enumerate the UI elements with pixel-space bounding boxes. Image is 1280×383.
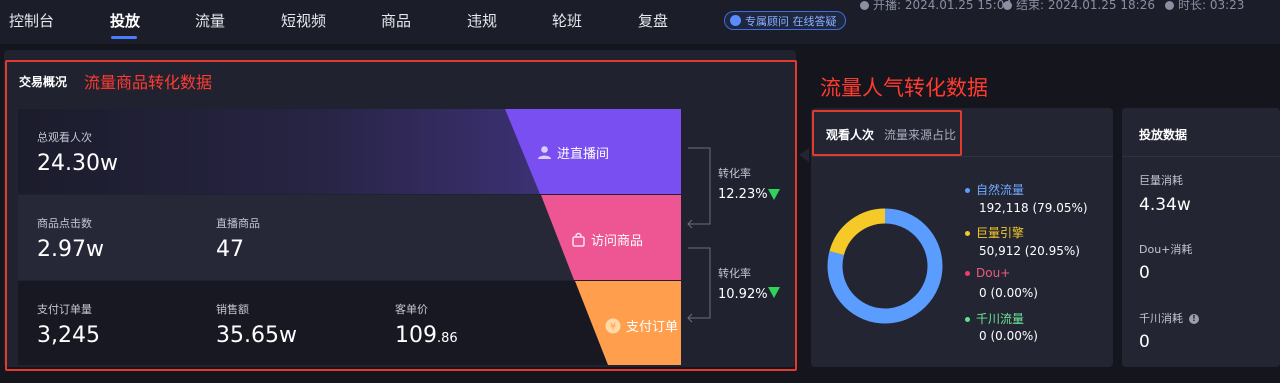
metric-value: 3,245 bbox=[37, 323, 100, 348]
legend-value: 0 (0.00%) bbox=[979, 329, 1038, 343]
legend-dot bbox=[965, 188, 970, 193]
live-duration: 时长: 03:23 bbox=[1165, 0, 1244, 13]
info-icon[interactable]: ! bbox=[1189, 314, 1199, 324]
nav-item-traffic[interactable]: 流量 bbox=[195, 10, 225, 31]
advisor-label: 专属顾问 在线答疑 bbox=[745, 14, 837, 28]
nav-active-indicator bbox=[111, 36, 137, 39]
nav-item-review[interactable]: 复盘 bbox=[638, 10, 668, 31]
play-icon bbox=[860, 1, 869, 10]
down-arrow-icon bbox=[768, 189, 780, 200]
nav-item-console[interactable]: 控制台 bbox=[9, 10, 54, 31]
down-arrow-icon bbox=[768, 287, 780, 298]
conversion-rate-value: 12.23% bbox=[718, 187, 768, 202]
live-end-time: 结束: 2024.01.25 18:26 bbox=[1003, 0, 1155, 13]
nav-item-ads[interactable]: 投放 bbox=[110, 10, 140, 31]
funnel-label-enter-room: 进直播间 bbox=[537, 143, 609, 162]
metric-label: 支付订单量 bbox=[37, 303, 92, 316]
main-area: 交易概况 流量商品转化数据 总观看人次 24.30w 商品点击数 2.97w 直… bbox=[0, 44, 1280, 383]
ads-metric-value: 4.34w bbox=[1139, 195, 1191, 215]
funnel-label-visit-product: 访问商品 bbox=[571, 230, 643, 249]
legend-value: 50,912 (20.95%) bbox=[979, 244, 1080, 258]
legend-value: 0 (0.00%) bbox=[979, 286, 1038, 300]
ads-data-card bbox=[1122, 108, 1280, 367]
svg-text:¥: ¥ bbox=[610, 321, 616, 332]
traffic-annotation: 流量人气转化数据 bbox=[820, 76, 988, 100]
ads-card-title: 投放数据 bbox=[1139, 128, 1188, 142]
traffic-donut-chart bbox=[827, 208, 943, 324]
chat-icon bbox=[730, 15, 741, 26]
metric-value: 2.97w bbox=[37, 237, 104, 262]
conversion-rate-label: 转化率 bbox=[718, 267, 751, 280]
conversion-rate-label: 转化率 bbox=[718, 167, 751, 180]
metric-value: 35.65w bbox=[216, 323, 297, 348]
bag-icon bbox=[572, 232, 585, 247]
trade-annotation: 流量商品转化数据 bbox=[84, 73, 213, 92]
metric-label: 直播商品 bbox=[216, 217, 260, 230]
live-start-time: 开播: 2024.01.25 15:04 bbox=[860, 0, 1012, 13]
tab-traffic-source[interactable]: 流量来源占比 bbox=[884, 126, 956, 143]
metric-value: 109.86 bbox=[395, 323, 458, 348]
card-pointer bbox=[799, 148, 809, 162]
nav-item-shifts[interactable]: 轮班 bbox=[552, 10, 582, 31]
legend-dot bbox=[965, 231, 970, 236]
top-nav: 控制台 投放 流量 短视频 商品 违规 轮班 复盘 专属顾问 在线答疑 开播: … bbox=[0, 0, 1280, 44]
metric-value: 24.30w bbox=[37, 151, 118, 176]
metric-label: 商品点击数 bbox=[37, 217, 92, 230]
nav-item-violations[interactable]: 违规 bbox=[467, 10, 497, 31]
conversion-rate-value: 10.92% bbox=[718, 287, 768, 302]
advisor-button[interactable]: 专属顾问 在线答疑 bbox=[724, 11, 846, 30]
legend-engine: 巨量引擎 bbox=[965, 224, 1024, 241]
trade-overview-title: 交易概况 bbox=[19, 75, 68, 89]
ads-metric-value: 0 bbox=[1139, 263, 1150, 283]
stop-icon bbox=[1003, 1, 1012, 10]
ads-metric-value: 0 bbox=[1139, 332, 1150, 352]
ads-metric-label: Dou+消耗 bbox=[1139, 243, 1193, 256]
funnel-row-orders: 支付订单量 3,245 销售额 35.65w 客单价 109.86 bbox=[18, 281, 681, 365]
nav-item-short-video[interactable]: 短视频 bbox=[281, 10, 326, 31]
user-icon bbox=[538, 146, 551, 159]
legend-dot bbox=[965, 317, 970, 322]
legend-natural: 自然流量 bbox=[965, 181, 1024, 198]
legend-qianchuan: 千川流量 bbox=[965, 310, 1024, 327]
metric-label: 总观看人次 bbox=[37, 131, 92, 144]
legend-dou: Dou+ bbox=[965, 266, 1010, 280]
metric-label: 销售额 bbox=[216, 303, 249, 316]
ads-metric-label: 千川消耗! bbox=[1139, 310, 1199, 326]
ads-metric-label: 巨量消耗 bbox=[1139, 174, 1183, 187]
nav-item-products[interactable]: 商品 bbox=[381, 10, 411, 31]
yen-icon: ¥ bbox=[605, 318, 621, 333]
tab-views[interactable]: 观看人次 bbox=[826, 126, 874, 143]
metric-label: 客单价 bbox=[395, 303, 428, 316]
clock-icon bbox=[1165, 1, 1174, 10]
funnel-label-pay-order: ¥ 支付订单 bbox=[605, 316, 678, 335]
metric-value: 47 bbox=[216, 237, 244, 262]
legend-value: 192,118 (79.05%) bbox=[979, 201, 1088, 215]
legend-dot bbox=[965, 271, 970, 276]
